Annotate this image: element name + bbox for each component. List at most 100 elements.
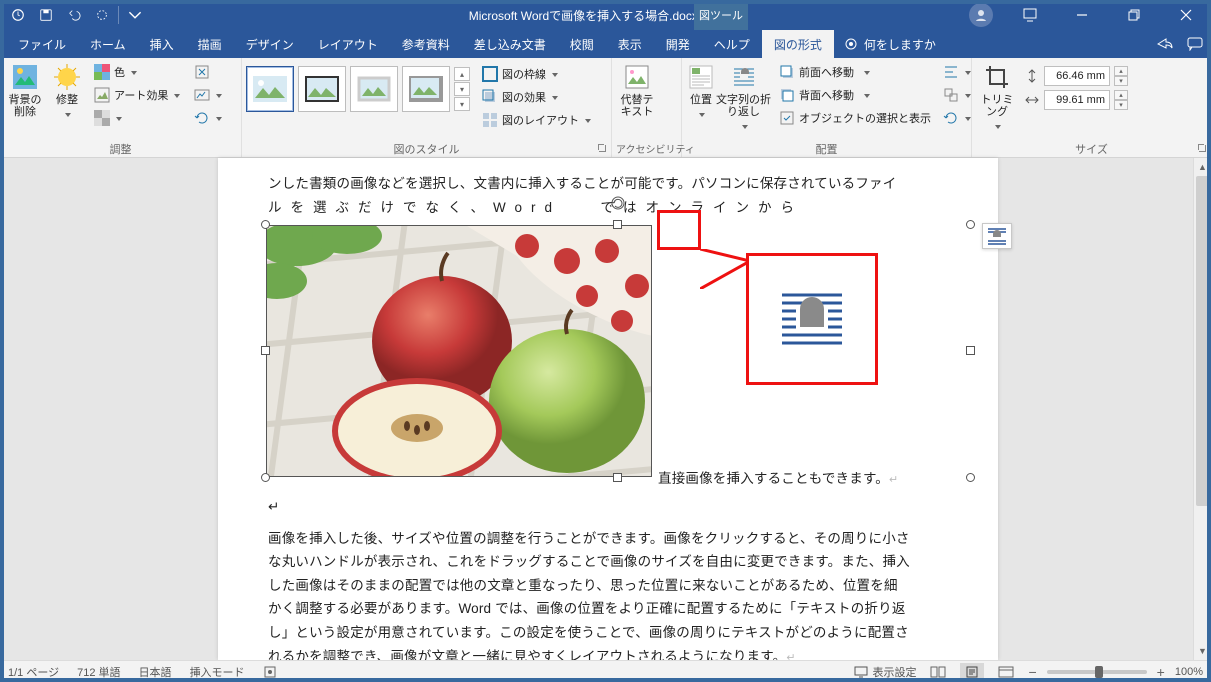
tab-developer[interactable]: 開発 bbox=[654, 30, 702, 58]
tab-references[interactable]: 参考資料 bbox=[390, 30, 462, 58]
ribbon: 背景の 削除 修整 色 アート効果 調整 bbox=[0, 58, 1211, 158]
annotation-highlight-large bbox=[746, 253, 878, 385]
corrections-button[interactable]: 修整 bbox=[46, 60, 88, 120]
group-label-arrange: 配置 bbox=[686, 139, 967, 157]
artistic-effects-button[interactable]: アート効果 bbox=[90, 85, 184, 105]
annotation-highlight-small bbox=[657, 210, 701, 250]
ribbon-display-options-icon[interactable] bbox=[1015, 0, 1045, 30]
comments-icon[interactable] bbox=[1187, 37, 1203, 51]
tab-picture-format[interactable]: 図の形式 bbox=[762, 30, 834, 58]
group-button[interactable] bbox=[939, 85, 975, 105]
align-button[interactable] bbox=[939, 62, 975, 82]
contextual-tab-label: 図ツール bbox=[694, 0, 748, 30]
body-text: な丸いハンドルが表示され、これをドラッグすることで画像のサイズを自由に変更できま… bbox=[268, 550, 970, 574]
title-bar: Microsoft Wordで画像を挿入する場合.docx - Word 図ツー… bbox=[0, 0, 1211, 30]
group-label-adjust: 調整 bbox=[4, 139, 237, 157]
height-up-icon[interactable]: ▴ bbox=[1114, 66, 1128, 76]
tab-draw[interactable]: 描画 bbox=[186, 30, 234, 58]
change-picture-button[interactable] bbox=[190, 85, 226, 105]
height-icon bbox=[1024, 68, 1040, 84]
width-down-icon[interactable]: ▾ bbox=[1114, 100, 1128, 110]
rotate-button[interactable] bbox=[939, 108, 975, 128]
redo-icon[interactable] bbox=[88, 1, 116, 29]
body-text: ンした書類の画像などを選択し、文書内に挿入することが可能です。パソコンに保存され… bbox=[268, 172, 970, 196]
gallery-down-icon[interactable]: ▾ bbox=[454, 82, 470, 96]
save-icon[interactable] bbox=[32, 1, 60, 29]
rotation-handle-icon[interactable] bbox=[610, 195, 626, 211]
tab-help[interactable]: ヘルプ bbox=[702, 30, 762, 58]
undo-icon[interactable] bbox=[60, 1, 88, 29]
status-bar: 1/1 ページ 712 単語 日本語 挿入モード 表示設定 − + 100% bbox=[0, 660, 1211, 682]
tab-review[interactable]: 校閲 bbox=[558, 30, 606, 58]
compress-pictures-button[interactable] bbox=[190, 62, 226, 82]
paragraph-mark: ↵ bbox=[268, 495, 970, 519]
width-field[interactable]: 99.61 mm bbox=[1044, 90, 1110, 110]
wrap-text-button[interactable]: 文字列の折 り返し bbox=[716, 60, 771, 132]
tell-me-search[interactable]: 何をしますか bbox=[844, 30, 936, 58]
minimize-icon[interactable] bbox=[1067, 0, 1097, 30]
picture-border-button[interactable]: 図の枠線 bbox=[478, 64, 595, 84]
status-insert-mode[interactable]: 挿入モード bbox=[190, 664, 245, 680]
picture-styles-gallery[interactable]: ▴ ▾ ▾ bbox=[246, 60, 470, 112]
width-up-icon[interactable]: ▴ bbox=[1114, 90, 1128, 100]
bring-forward-button[interactable]: 前面へ移動 bbox=[775, 62, 935, 82]
print-layout-icon[interactable] bbox=[960, 663, 984, 681]
status-page[interactable]: 1/1 ページ bbox=[8, 664, 59, 680]
qat-customize-icon[interactable] bbox=[121, 1, 149, 29]
display-settings-button[interactable]: 表示設定 bbox=[854, 664, 916, 680]
autosave-toggle[interactable] bbox=[4, 1, 32, 29]
zoom-slider[interactable] bbox=[1047, 670, 1147, 674]
web-layout-icon[interactable] bbox=[994, 663, 1018, 681]
tab-design[interactable]: デザイン bbox=[234, 30, 306, 58]
position-button[interactable]: 位置 bbox=[686, 60, 716, 120]
restore-icon[interactable] bbox=[1119, 0, 1149, 30]
tab-view[interactable]: 表示 bbox=[606, 30, 654, 58]
read-mode-icon[interactable] bbox=[926, 663, 950, 681]
alt-text-button[interactable]: 代替テ キスト bbox=[616, 60, 658, 118]
vertical-scrollbar[interactable]: ▲ ▼ bbox=[1193, 158, 1211, 660]
selection-pane-button[interactable]: オブジェクトの選択と表示 bbox=[775, 108, 935, 128]
status-language[interactable]: 日本語 bbox=[139, 664, 172, 680]
height-down-icon[interactable]: ▾ bbox=[1114, 76, 1128, 86]
zoom-in-icon[interactable]: + bbox=[1157, 664, 1165, 680]
scroll-down-icon[interactable]: ▼ bbox=[1194, 642, 1211, 660]
group-label-size: サイズ bbox=[976, 139, 1207, 157]
wrap-text-icon bbox=[776, 287, 848, 351]
share-icon[interactable] bbox=[1157, 37, 1173, 51]
tab-file[interactable]: ファイル bbox=[6, 30, 78, 58]
account-avatar-icon[interactable] bbox=[969, 3, 993, 27]
styles-dialog-launcher-icon[interactable] bbox=[597, 143, 609, 155]
height-field[interactable]: 66.46 mm bbox=[1044, 66, 1110, 86]
transparency-button[interactable] bbox=[90, 108, 184, 128]
layout-options-icon[interactable] bbox=[982, 223, 1012, 249]
body-text: かく調整する必要があります。Word では、画像の位置をより正確に配置するために… bbox=[268, 597, 970, 621]
color-button[interactable]: 色 bbox=[90, 62, 184, 82]
close-icon[interactable] bbox=[1171, 0, 1201, 30]
body-text: し」という設定が用意されています。この設定を使うことで、画像の周りにテキストがど… bbox=[268, 621, 970, 645]
tab-home[interactable]: ホーム bbox=[78, 30, 138, 58]
picture-layout-button[interactable]: 図のレイアウト bbox=[478, 110, 595, 130]
tab-insert[interactable]: 挿入 bbox=[138, 30, 186, 58]
size-dialog-launcher-icon[interactable] bbox=[1197, 143, 1209, 155]
tab-layout[interactable]: レイアウト bbox=[306, 30, 390, 58]
remove-background-button[interactable]: 背景の 削除 bbox=[4, 60, 46, 118]
page[interactable]: ンした書類の画像などを選択し、文書内に挿入することが可能です。パソコンに保存され… bbox=[218, 158, 998, 660]
gallery-more-icon[interactable]: ▾ bbox=[454, 97, 470, 111]
picture-effects-button[interactable]: 図の効果 bbox=[478, 87, 595, 107]
width-icon bbox=[1024, 92, 1040, 108]
gallery-up-icon[interactable]: ▴ bbox=[454, 67, 470, 81]
reset-picture-button[interactable] bbox=[190, 108, 226, 128]
macro-recording-icon[interactable] bbox=[263, 665, 277, 679]
crop-button[interactable]: トリミング bbox=[976, 60, 1018, 132]
scroll-up-icon[interactable]: ▲ bbox=[1194, 158, 1211, 176]
send-backward-button[interactable]: 背面へ移動 bbox=[775, 85, 935, 105]
status-word-count[interactable]: 712 単語 bbox=[77, 664, 120, 680]
body-text: した画像はそのままの配置では他の文章と重なったり、思った位置に来ないことがあるた… bbox=[268, 574, 970, 598]
zoom-level[interactable]: 100% bbox=[1175, 666, 1203, 678]
zoom-out-icon[interactable]: − bbox=[1028, 664, 1036, 680]
tab-mailings[interactable]: 差し込み文書 bbox=[462, 30, 558, 58]
group-label-accessibility: アクセシビリティ bbox=[616, 139, 677, 157]
document-canvas: ンした書類の画像などを選択し、文書内に挿入することが可能です。パソコンに保存され… bbox=[0, 158, 1211, 660]
body-text: 画像を挿入した後、サイズや位置の調整を行うことができます。画像をクリックすると、… bbox=[268, 527, 970, 551]
scroll-thumb[interactable] bbox=[1196, 176, 1209, 506]
